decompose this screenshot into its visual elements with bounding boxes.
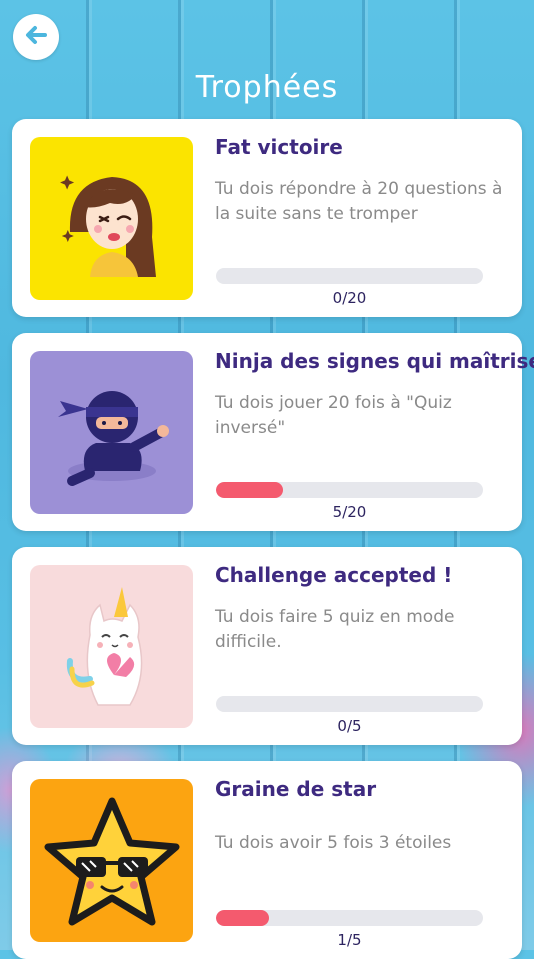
trophy-description: Tu dois répondre à 20 questions à la sui… bbox=[215, 179, 503, 224]
progress-bar bbox=[216, 696, 483, 712]
progress-count: 0/20 bbox=[332, 289, 367, 307]
trophy-image bbox=[30, 779, 193, 942]
trophy-description: Tu dois jouer 20 fois à "Quiz inversé" bbox=[215, 393, 452, 438]
progress-count: 1/5 bbox=[337, 931, 362, 949]
trophy-title: Challenge accepted ! bbox=[215, 563, 453, 587]
page-title: Trophées bbox=[195, 70, 339, 105]
trophy-description: Tu dois avoir 5 fois 3 étoiles bbox=[215, 833, 452, 853]
trophy-card-challenge[interactable]: Challenge accepted ! Tu dois faire 5 qui… bbox=[12, 547, 522, 745]
progress-count: 5/20 bbox=[332, 503, 367, 521]
back-button[interactable] bbox=[13, 14, 59, 60]
trophy-card-graine-de-star[interactable]: Graine de star Tu dois avoir 5 fois 3 ét… bbox=[12, 761, 522, 959]
progress-bar-fill bbox=[216, 910, 270, 926]
trophy-image bbox=[30, 137, 193, 300]
progress-bar bbox=[216, 910, 483, 926]
trophy-title: Ninja des signes qui maîtrise bbox=[215, 349, 534, 373]
trophy-card-ninja[interactable]: Ninja des signes qui maîtrise Tu dois jo… bbox=[12, 333, 534, 531]
trophy-title: Fat victoire bbox=[215, 135, 343, 159]
trophy-title: Graine de star bbox=[215, 777, 377, 801]
trophy-description: Tu dois faire 5 quiz en mode difficile. bbox=[215, 607, 455, 652]
trophy-card-fat-victoire[interactable]: Fat victoire Tu dois répondre à 20 quest… bbox=[12, 119, 522, 317]
progress-count: 0/5 bbox=[337, 717, 362, 735]
progress-bar bbox=[216, 268, 483, 284]
progress-bar-fill bbox=[216, 482, 283, 498]
progress-bar bbox=[216, 482, 483, 498]
trophy-image bbox=[30, 351, 193, 514]
arrow-left-icon bbox=[23, 22, 49, 52]
trophy-image bbox=[30, 565, 193, 728]
